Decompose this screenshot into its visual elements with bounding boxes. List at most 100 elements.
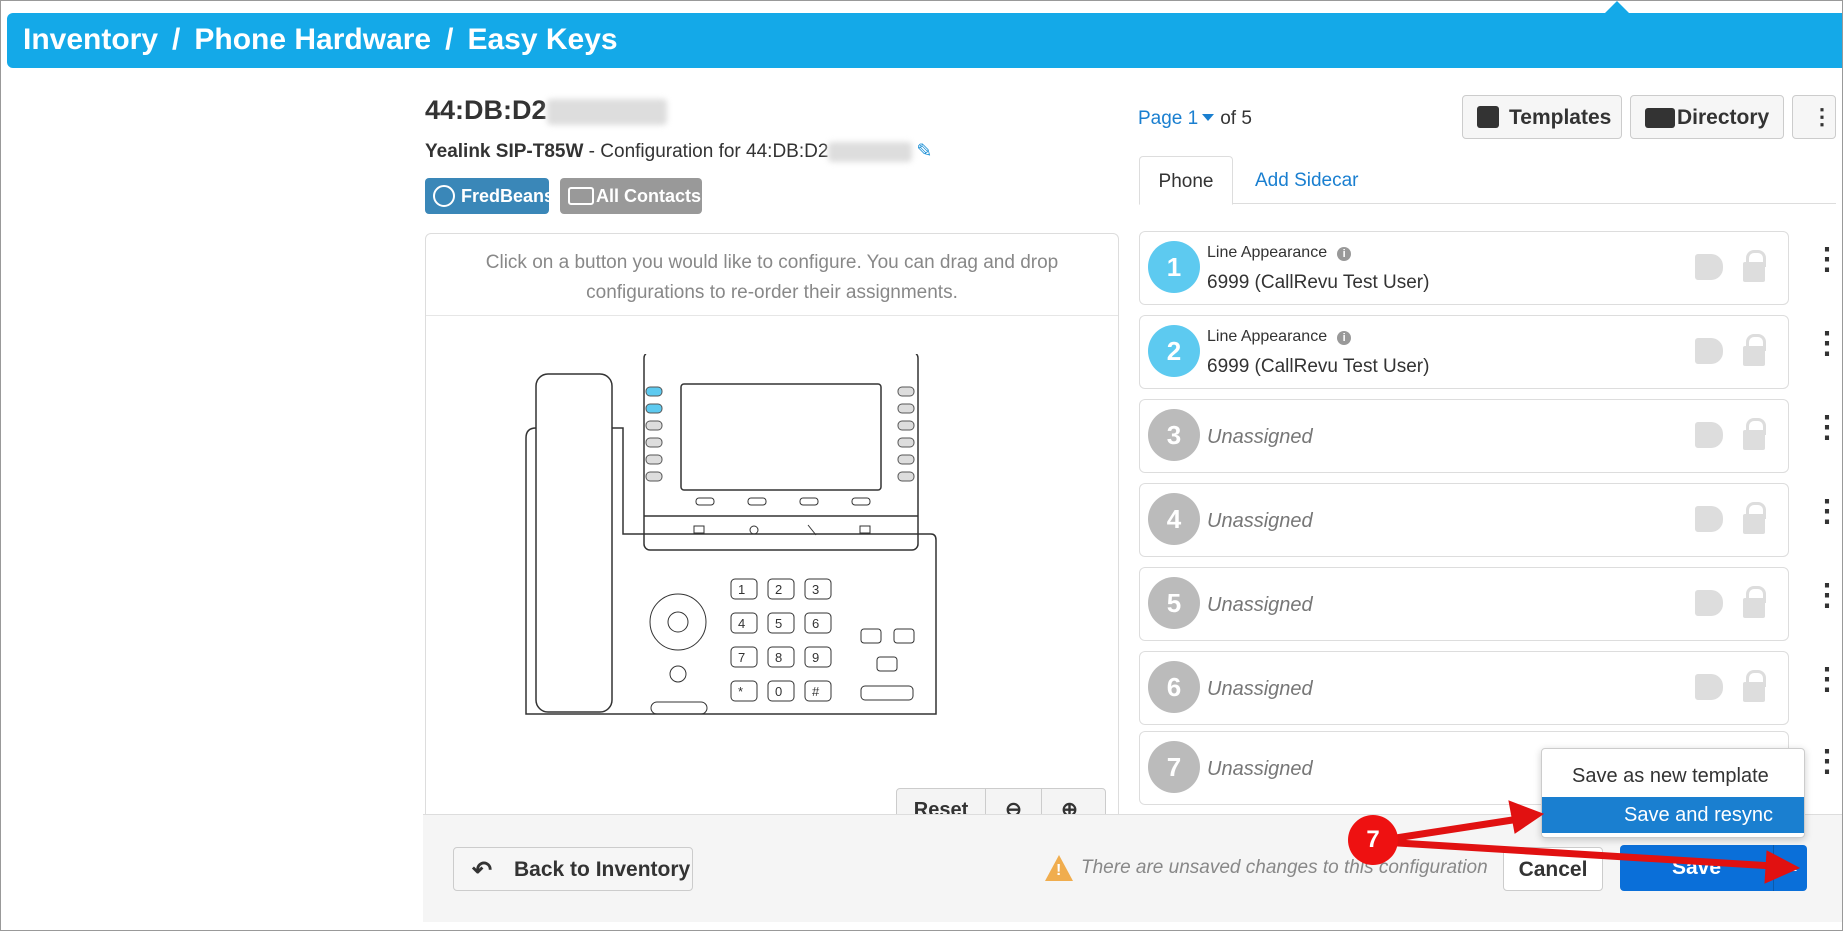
slot-label: Unassigned [1207,510,1313,532]
keypad-7: 7 [738,650,745,665]
slot-menu-icon[interactable]: ⋮ [1812,497,1842,527]
warning-icon: ! [1045,855,1073,881]
line-key-r4 [897,437,915,448]
instructions-text: Click on a button you would like to conf… [426,234,1118,316]
page-label: Page [1138,108,1183,129]
info-icon[interactable]: i [1337,247,1352,261]
cancel-key [669,665,687,683]
directory-button[interactable]: Directory [1630,95,1784,139]
line-keys-left [645,386,663,482]
topbar-caret [1605,1,1629,13]
keypad-star: * [738,684,743,699]
back-to-inventory-button[interactable]: ↶ Back to Inventory [453,847,693,891]
nav-cluster [649,593,708,715]
slot-menu-icon[interactable]: ⋮ [1812,747,1842,777]
tag-icon[interactable] [1695,590,1723,616]
breadcrumb-separator: / [445,23,454,56]
line-key-6 [645,471,663,482]
unlock-icon[interactable] [1743,334,1766,366]
keypad-1: 1 [738,582,745,597]
phone-diagram: 1 2 3 4 5 6 7 8 9 * 0 # [525,354,937,715]
save-as-new-template-item[interactable]: Save as new template [1542,759,1804,793]
slot-menu-icon[interactable]: ⋮ [1812,245,1842,275]
slot-menu-icon[interactable]: ⋮ [1812,665,1842,695]
phone-body-outline [525,427,937,715]
slot-label: Unassigned [1207,426,1313,448]
config-text: - Configuration for 44:DB:D2 [583,141,829,162]
slot-number: 1 [1148,241,1200,293]
key-slot-1[interactable]: 1 Line Appearance i 6999 (CallRevu Test U… [1139,231,1789,305]
keypad-6: 6 [812,616,819,631]
pencil-icon[interactable]: ✎ [916,140,932,163]
keypad [730,578,832,702]
page-current[interactable]: 1 [1188,108,1199,129]
save-dropdown-toggle[interactable] [1773,845,1807,891]
line-key-r1 [897,386,915,397]
slot-menu-icon[interactable]: ⋮ [1812,329,1842,359]
keypad-2: 2 [775,582,782,597]
key-slot-5[interactable]: 5 Unassigned [1139,567,1789,641]
breadcrumb-separator: / [172,23,181,56]
keypad-3: 3 [812,582,819,597]
chevron-down-icon[interactable] [1202,114,1215,121]
redacted-mac-suffix [546,98,667,125]
key-slot-3[interactable]: 3 Unassigned [1139,399,1789,473]
templates-button[interactable]: Templates [1462,95,1622,139]
slot-menu-icon[interactable]: ⋮ [1812,581,1842,611]
line-key-4 [645,437,663,448]
line-key-r3 [897,420,915,431]
directory-label: Directory [1677,106,1770,129]
info-icon[interactable]: i [1337,331,1352,345]
tag-fredbeans[interactable]: FredBeans [425,178,554,214]
key-slot-2[interactable]: 2 Line Appearance i 6999 (CallRevu Test U… [1139,315,1789,389]
tag-icon[interactable] [1695,422,1723,448]
breadcrumb-inventory[interactable]: Inventory [23,23,158,56]
slot-type: Line Appearance i [1207,244,1352,262]
unlock-icon[interactable] [1743,418,1766,450]
save-and-resync-item[interactable]: Save and resync [1542,797,1804,833]
device-mac: 44:DB:D2 [425,95,547,125]
app-window: Inventory / Phone Hardware / Easy Keys 44:DB… [0,0,1843,931]
tag-icon[interactable] [1695,506,1723,532]
cancel-button[interactable]: Cancel [1503,847,1603,891]
slot-label: Unassigned [1207,678,1313,700]
nav-ok [667,611,689,633]
unlock-icon[interactable] [1743,670,1766,702]
key-slot-4[interactable]: 4 Unassigned [1139,483,1789,557]
slot-menu-icon[interactable]: ⋮ [1812,413,1842,443]
line-key-r2 [897,403,915,414]
slot-label: 6999 (CallRevu Test User) [1207,356,1430,377]
slot-number: 4 [1148,493,1200,545]
unlock-icon[interactable] [1743,250,1766,282]
device-model: Yealink SIP-T85W [425,141,584,162]
line-keys-right [897,386,915,482]
more-options-icon[interactable]: ⋮ [1792,95,1836,139]
tag-icon[interactable] [1695,254,1723,280]
tag-label: All Contacts [596,186,702,206]
tab-add-sidecar[interactable]: Add Sidecar [1255,156,1359,204]
slot-type: Line Appearance i [1207,328,1352,346]
page-of-label: of [1220,108,1237,129]
breadcrumb-easy-keys: Easy Keys [467,23,618,56]
unlock-icon[interactable] [1743,502,1766,534]
tag-icon[interactable] [1695,674,1723,700]
unlock-icon[interactable] [1743,586,1766,618]
slot-number: 2 [1148,325,1200,377]
slot-number: 7 [1148,741,1200,793]
handset [535,373,613,713]
back-label: Back to Inventory [514,858,691,881]
tag-all-contacts[interactable]: All Contacts [560,178,702,214]
slot-number: 6 [1148,661,1200,713]
tab-phone[interactable]: Phone [1139,156,1233,205]
right-function-keys [860,628,915,701]
directory-icon [1645,108,1675,128]
line-key-3 [645,420,663,431]
tag-icon[interactable] [1695,338,1723,364]
key-slot-6[interactable]: 6 Unassigned [1139,651,1789,725]
breadcrumb-phone-hardware[interactable]: Phone Hardware [194,23,431,56]
save-button[interactable]: Save [1620,845,1773,891]
page-selector[interactable]: Page 1 of 5 [1138,108,1252,130]
keypad-4: 4 [738,616,745,631]
slot-label: 6999 (CallRevu Test User) [1207,272,1430,293]
redacted-mac-suffix [828,141,913,162]
